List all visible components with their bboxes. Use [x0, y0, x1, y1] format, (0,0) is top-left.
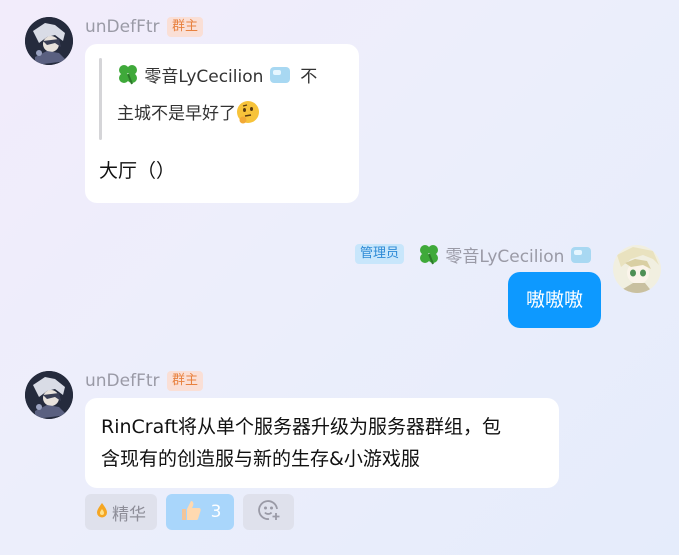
- quote-text-tail: 不: [300, 67, 318, 87]
- quote-bar: [99, 58, 102, 140]
- message-text: 大厅（）: [99, 160, 176, 182]
- four-leaf-clover-icon: [418, 243, 440, 271]
- ice-cube-icon: [269, 63, 291, 97]
- add-reaction-button[interactable]: [243, 494, 294, 530]
- role-badge-owner: 群主: [167, 17, 204, 37]
- quoted-message[interactable]: 零音LyCecilion 不 主城不是早好了: [117, 60, 347, 136]
- thinking-face-icon: [236, 100, 260, 136]
- message-bubble[interactable]: RinCraft将从单个服务器升级为服务器群组，包 含现有的创造服与新的生存&小…: [85, 398, 559, 488]
- role-badge-admin: 管理员: [355, 244, 405, 264]
- thumbs-up-icon: [179, 498, 203, 527]
- thumbs-up-reaction[interactable]: 3: [166, 494, 234, 530]
- message-text-line2: 含现有的创造服与新的生存&小游戏服: [101, 448, 420, 470]
- message-bubble-self[interactable]: 嗷嗷嗷: [508, 272, 601, 328]
- avatar-image: [25, 371, 73, 419]
- role-badge-owner: 群主: [167, 371, 204, 391]
- avatar-undefftr[interactable]: [25, 371, 73, 419]
- quote-text-line2: 主城不是早好了: [117, 104, 236, 124]
- avatar-self[interactable]: [613, 245, 661, 293]
- sender-name-text: 零音LyCecilion: [445, 247, 565, 267]
- avatar-image: [25, 17, 73, 65]
- sender-name-self[interactable]: 零音LyCecilion: [418, 243, 592, 271]
- avatar-undefftr[interactable]: [25, 17, 73, 65]
- thumbs-up-count: 3: [210, 502, 222, 522]
- ice-cube-icon: [570, 245, 592, 271]
- avatar-image: [613, 245, 661, 293]
- four-leaf-clover-icon: [117, 63, 139, 97]
- smiley-plus-icon: [257, 498, 281, 527]
- fire-drop-icon: [96, 502, 108, 523]
- sender-name[interactable]: unDefFtr: [85, 370, 160, 392]
- essence-label: 精华: [112, 504, 146, 525]
- essence-button[interactable]: 精华: [85, 494, 157, 530]
- quote-author: 零音LyCecilion: [144, 67, 264, 87]
- message-bubble[interactable]: 零音LyCecilion 不 主城不是早好了 大厅（）: [85, 44, 359, 203]
- sender-name[interactable]: unDefFtr: [85, 16, 160, 38]
- message-text-line1: RinCraft将从单个服务器升级为服务器群组，包: [101, 416, 502, 438]
